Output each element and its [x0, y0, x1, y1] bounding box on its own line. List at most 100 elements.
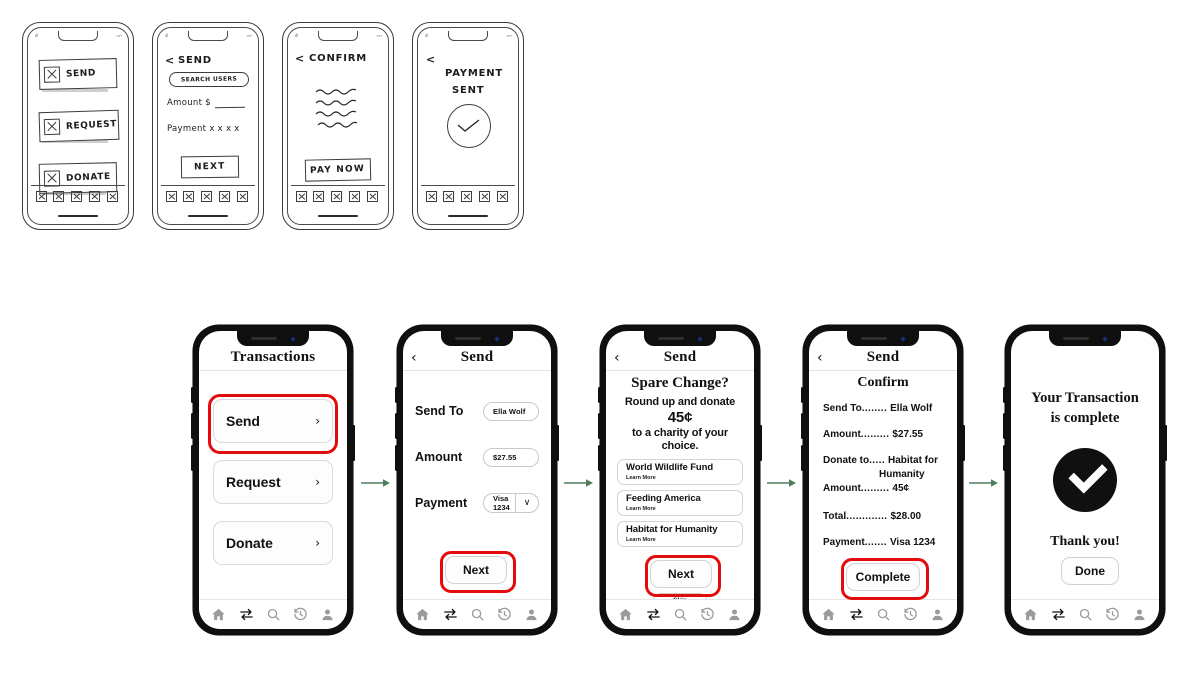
volume-up-button[interactable] — [191, 413, 194, 439]
sketch-profile-icon[interactable] — [367, 191, 378, 202]
amount-input[interactable]: $27.55 — [483, 447, 539, 467]
home-icon[interactable] — [618, 607, 633, 622]
learn-more-link[interactable]: Learn More — [626, 506, 742, 512]
field-send-to: Send To Ella Wolf — [415, 401, 539, 421]
field-value: Visa 1234 — [493, 494, 510, 512]
sketch-search-icon[interactable] — [201, 191, 212, 202]
sketch-profile-icon[interactable] — [107, 191, 118, 202]
profile-icon[interactable] — [930, 607, 945, 622]
sketch-search-icon[interactable] — [461, 191, 472, 202]
sketch-transfer-icon[interactable] — [443, 191, 454, 202]
learn-more-link[interactable]: Learn More — [626, 475, 742, 481]
profile-icon[interactable] — [727, 607, 742, 622]
sketch-search-users-field[interactable]: SEARCH USERS — [169, 72, 249, 87]
sketch-search-icon[interactable] — [331, 191, 342, 202]
profile-icon[interactable] — [320, 607, 335, 622]
sketch-profile-icon[interactable] — [237, 191, 248, 202]
summary-dots: ........ — [861, 403, 888, 414]
mute-switch[interactable] — [395, 387, 398, 403]
sketch-home-icon[interactable] — [166, 191, 177, 202]
screen-confirm: ‹ Send Confirm Send To ........ Ella Wol… — [801, 325, 965, 635]
menu-item-donate[interactable]: Donate › — [213, 521, 333, 565]
menu-item-send[interactable]: Send › — [213, 399, 333, 443]
sketch-history-icon[interactable] — [219, 191, 230, 202]
next-button-label: Next — [462, 563, 489, 577]
sketch-home-icon[interactable] — [36, 191, 47, 202]
mute-switch[interactable] — [191, 387, 194, 403]
sketch-pay-now-button[interactable]: PAY NOW — [304, 158, 372, 182]
search-icon[interactable] — [876, 607, 891, 622]
search-icon[interactable] — [266, 607, 281, 622]
sketch-history-icon[interactable] — [349, 191, 360, 202]
sketch-button-request[interactable]: REQUEST — [38, 109, 120, 143]
volume-down-button[interactable] — [191, 445, 194, 471]
volume-down-button[interactable] — [395, 445, 398, 471]
home-icon[interactable] — [211, 607, 226, 622]
power-button[interactable] — [1164, 425, 1167, 461]
back-button[interactable]: ‹ — [614, 351, 620, 365]
volume-up-button[interactable] — [598, 413, 601, 439]
learn-more-link[interactable]: Learn More — [626, 537, 742, 543]
sketch-back-icon[interactable]: < — [165, 54, 174, 67]
sketch-history-icon[interactable] — [479, 191, 490, 202]
search-icon[interactable] — [470, 607, 485, 622]
transfer-icon[interactable] — [1050, 607, 1067, 622]
sketch-next-button[interactable]: NEXT — [180, 155, 240, 179]
transfer-icon[interactable] — [645, 607, 662, 622]
power-button[interactable] — [962, 425, 965, 461]
sketch-profile-icon[interactable] — [497, 191, 508, 202]
charity-option-wwf[interactable]: World Wildlife Fund Learn More — [617, 459, 743, 485]
sketch-back-icon[interactable]: < — [426, 53, 435, 66]
mute-switch[interactable] — [1003, 387, 1006, 403]
back-button[interactable]: ‹ — [817, 351, 823, 365]
search-icon[interactable] — [1078, 607, 1093, 622]
done-button[interactable]: Done — [1061, 557, 1119, 585]
transfer-icon[interactable] — [238, 607, 255, 622]
mute-switch[interactable] — [801, 387, 804, 403]
sketch-transfer-icon[interactable] — [53, 191, 64, 202]
transfer-icon[interactable] — [848, 607, 865, 622]
history-icon[interactable] — [1105, 607, 1120, 622]
charity-option-habitat[interactable]: Habitat for Humanity Learn More — [617, 521, 743, 547]
transfer-icon[interactable] — [442, 607, 459, 622]
volume-up-button[interactable] — [801, 413, 804, 439]
complete-button[interactable]: Complete — [846, 563, 920, 591]
power-button[interactable] — [556, 425, 559, 461]
charity-option-feeding-america[interactable]: Feeding America Learn More — [617, 490, 743, 516]
history-icon[interactable] — [903, 607, 918, 622]
next-button[interactable]: Next — [445, 556, 507, 584]
sketch-back-icon[interactable]: < — [295, 52, 304, 65]
volume-down-button[interactable] — [801, 445, 804, 471]
search-icon[interactable] — [673, 607, 688, 622]
chevron-down-icon[interactable]: ∨ — [516, 498, 538, 508]
payment-select[interactable]: Visa 1234 ∨ — [483, 493, 539, 513]
home-icon[interactable] — [821, 607, 836, 622]
history-icon[interactable] — [700, 607, 715, 622]
sketch-search-icon[interactable] — [71, 191, 82, 202]
sketch-transfer-icon[interactable] — [313, 191, 324, 202]
sketch-transfer-icon[interactable] — [183, 191, 194, 202]
home-icon[interactable] — [1023, 607, 1038, 622]
sketch-button-send[interactable]: SEND — [38, 58, 118, 90]
sketch-home-icon[interactable] — [426, 191, 437, 202]
sketch-home-icon[interactable] — [296, 191, 307, 202]
send-to-input[interactable]: Ella Wolf — [483, 401, 539, 421]
next-button[interactable]: Next — [650, 560, 712, 588]
volume-up-button[interactable] — [395, 413, 398, 439]
volume-up-button[interactable] — [1003, 413, 1006, 439]
menu-item-request[interactable]: Request › — [213, 460, 333, 504]
home-icon[interactable] — [415, 607, 430, 622]
power-button[interactable] — [759, 425, 762, 461]
profile-icon[interactable] — [524, 607, 539, 622]
sketch-history-icon[interactable] — [89, 191, 100, 202]
volume-down-button[interactable] — [1003, 445, 1006, 471]
history-icon[interactable] — [293, 607, 308, 622]
volume-down-button[interactable] — [598, 445, 601, 471]
profile-icon[interactable] — [1132, 607, 1147, 622]
flow-arrow-4 — [969, 478, 999, 488]
back-button[interactable]: ‹ — [411, 351, 417, 365]
power-button[interactable] — [352, 425, 355, 461]
mute-switch[interactable] — [598, 387, 601, 403]
history-icon[interactable] — [497, 607, 512, 622]
thank-you-text: Thank you! — [1050, 534, 1120, 549]
